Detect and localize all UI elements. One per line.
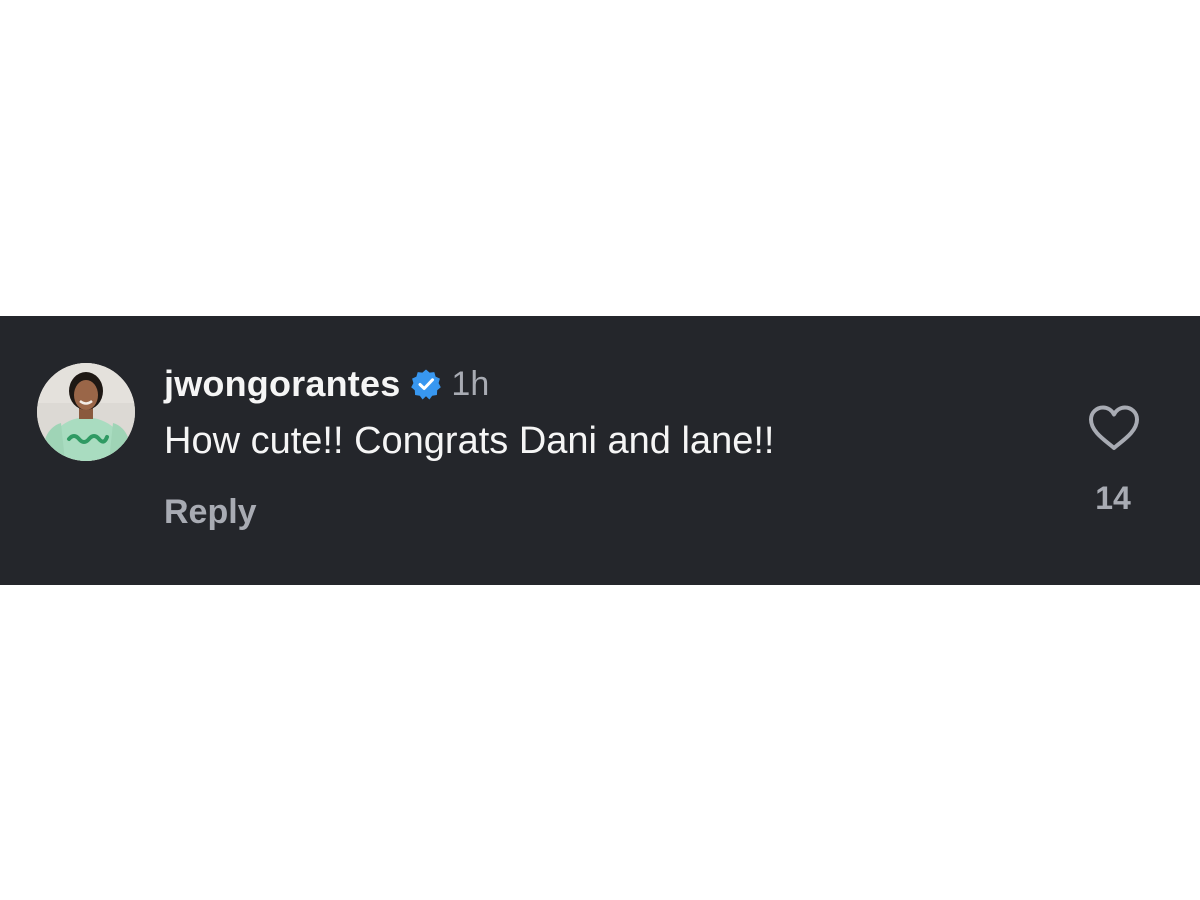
avatar-photo [37, 363, 135, 461]
reply-button[interactable]: Reply [164, 493, 257, 532]
username[interactable]: jwongorantes [164, 363, 400, 405]
comment-timestamp: 1h [451, 364, 490, 403]
comment-header: jwongorantes 1h [164, 362, 489, 406]
user-avatar[interactable] [37, 363, 135, 461]
verified-badge-icon [410, 368, 442, 400]
like-count: 14 [1095, 480, 1131, 516]
heart-outline-icon[interactable] [1088, 404, 1140, 452]
comment-text: How cute!! Congrats Dani and lane!! [164, 420, 775, 462]
comment-row: jwongorantes 1h How cute!! Congrats Dani… [0, 316, 1200, 585]
